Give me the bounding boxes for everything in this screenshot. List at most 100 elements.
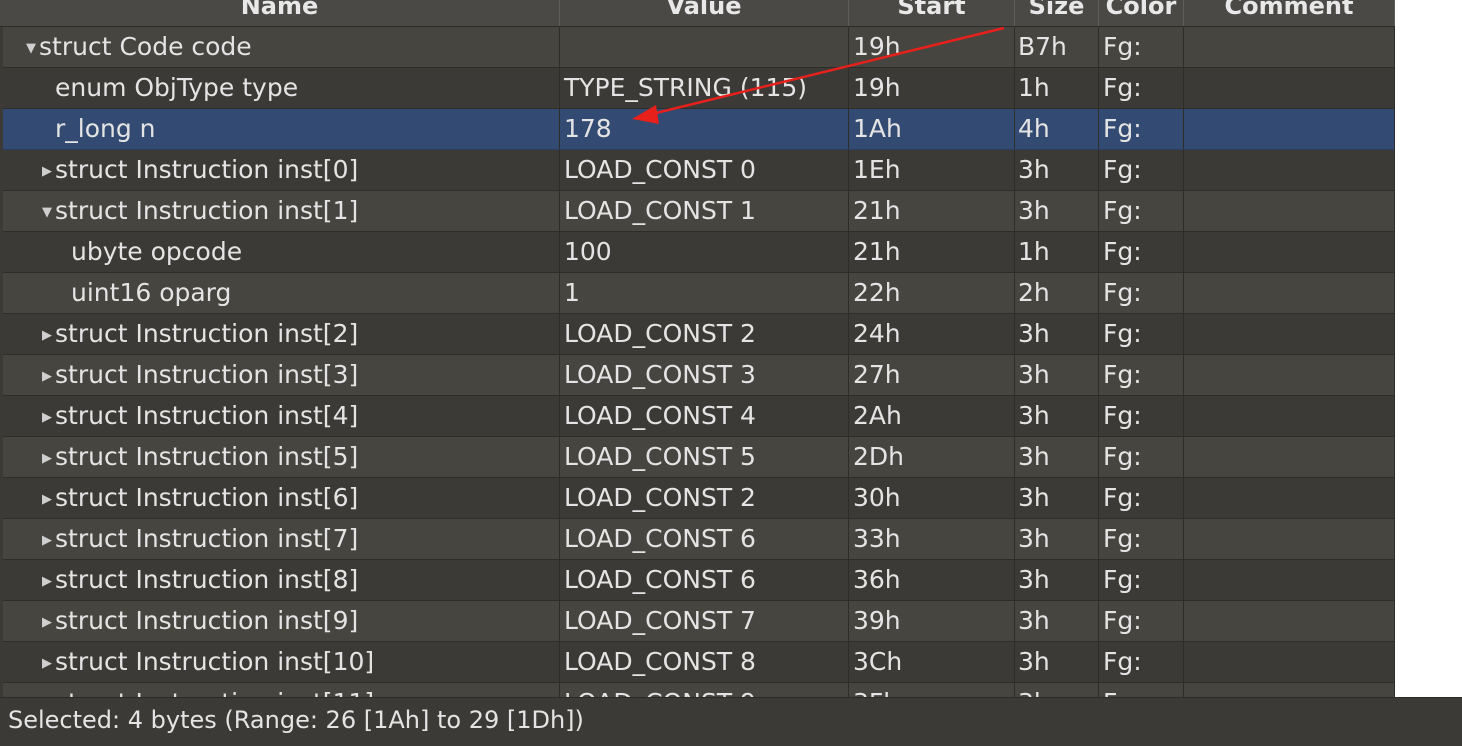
row-name-label: r_long n [55,114,156,143]
cell-start: 24h [849,314,1015,354]
tree-row[interactable]: ▶struct Instruction inst[11] LOAD_CONST 9… [3,683,1395,697]
cell-size: 3h [1015,560,1099,600]
cell-name: ▶ struct Instruction inst[6] [3,478,560,518]
tree-row[interactable]: ▶ struct Instruction inst[6] LOAD_CONST 23… [3,478,1395,519]
cell-start: 21h [849,191,1015,231]
cell-start: 36h [849,560,1015,600]
tree-row[interactable]: ▶ struct Instruction inst[5] LOAD_CONST 52… [3,437,1395,478]
cell-start: 19h [849,27,1015,67]
cell-size: 3h [1015,314,1099,354]
cell-name: enum ObjType type [3,68,560,108]
cell-value: LOAD_CONST 5 [560,437,849,477]
cell-name: ▶ struct Instruction inst[5] [3,437,560,477]
cell-comment [1184,519,1395,559]
cell-size: 3h [1015,150,1099,190]
row-name-label: struct Instruction inst[10] [55,647,375,676]
collapse-arrow-icon[interactable]: ▶ [39,685,55,697]
cell-color: Fg: [1099,355,1184,395]
row-name-label: struct Instruction inst[9] [55,606,359,635]
cell-comment [1184,273,1395,313]
cell-name: ▶ struct Instruction inst[4] [3,396,560,436]
row-name-label: ubyte opcode [71,237,243,266]
collapse-arrow-icon[interactable]: ▶ [39,439,55,477]
row-name-label: struct Instruction inst[4] [55,401,359,430]
cell-name: ▶ struct Instruction inst[10] [3,642,560,682]
column-header-comment[interactable]: Comment [1184,0,1395,26]
cell-value: LOAD_CONST 9 [560,683,849,697]
collapse-arrow-icon[interactable]: ▶ [39,398,55,436]
collapse-arrow-icon[interactable]: ▶ [39,357,55,395]
cell-color: Fg: [1099,150,1184,190]
cell-comment [1184,560,1395,600]
cell-comment [1184,191,1395,231]
tree-row[interactable]: uint16 oparg 1 22h 2h Fg: [3,273,1395,314]
cell-comment [1184,27,1395,67]
row-name-label: struct Instruction inst[3] [55,360,359,389]
row-name-label: struct Instruction inst[11] [55,688,374,697]
tree-row[interactable]: ▶ struct Instruction inst[7] LOAD_CONST 63… [3,519,1395,560]
tree-row[interactable]: ubyte opcode 100 21h 1h Fg: [3,232,1395,273]
cell-start: 3Fh [849,683,1015,697]
column-header-name[interactable]: Name [0,0,560,26]
cell-color: Fg: [1099,437,1184,477]
cell-start: 33h [849,519,1015,559]
collapse-arrow-icon[interactable]: ▶ [39,603,55,641]
tree-row[interactable]: ▶ struct Instruction inst[10] LOAD_CONST 8… [3,642,1395,683]
cell-size: 3h [1015,396,1099,436]
cell-value: 178 [560,109,849,149]
row-name-label: struct Code code [39,32,252,61]
cell-color: Fg: [1099,273,1184,313]
column-header-color[interactable]: Color [1099,0,1184,26]
collapse-arrow-icon[interactable]: ▶ [39,521,55,559]
tree-row[interactable]: enum ObjType type TYPE_STRING (115) 19h 1h F… [3,68,1395,109]
cell-name: ▼ struct Instruction inst[1] [3,191,560,231]
cell-comment [1184,642,1395,682]
cell-name: ▶ struct Instruction inst[8] [3,560,560,600]
cell-start: 1Ah [849,109,1015,149]
row-name-label: struct Instruction inst[1] [55,196,359,225]
cell-name: ▶ struct Instruction inst[2] [3,314,560,354]
collapse-arrow-icon[interactable]: ▶ [39,644,55,682]
cell-value: LOAD_CONST 7 [560,601,849,641]
cell-value: LOAD_CONST 2 [560,314,849,354]
cell-name: ▶ struct Instruction inst[3] [3,355,560,395]
cell-value: LOAD_CONST 1 [560,191,849,231]
cell-start: 27h [849,355,1015,395]
status-bar: Selected: 4 bytes (Range: 26 [1Ah] to 29… [0,697,1462,746]
cell-size: 3h [1015,191,1099,231]
cell-name: ▶ struct Instruction inst[0] [3,150,560,190]
collapse-arrow-icon[interactable]: ▶ [39,480,55,518]
tree-row[interactable]: ▶ struct Instruction inst[9] LOAD_CONST 73… [3,601,1395,642]
cell-size: B7h [1015,27,1099,67]
cell-comment [1184,68,1395,108]
tree-row[interactable]: ▶ struct Instruction inst[3] LOAD_CONST 32… [3,355,1395,396]
cell-value: LOAD_CONST 2 [560,478,849,518]
tree-row[interactable]: ▼ struct Instruction inst[1] LOAD_CONST 12… [3,191,1395,232]
tree-row[interactable]: ▶ struct Instruction inst[4] LOAD_CONST 42… [3,396,1395,437]
cell-value [560,27,849,67]
column-header-start[interactable]: Start [849,0,1015,26]
cell-comment [1184,601,1395,641]
cell-comment [1184,478,1395,518]
cell-start: 30h [849,478,1015,518]
cell-color: Fg: [1099,396,1184,436]
tree-row[interactable]: ▶ struct Instruction inst[2] LOAD_CONST 22… [3,314,1395,355]
tree-row[interactable]: ▶ struct Instruction inst[0] LOAD_CONST 01… [3,150,1395,191]
collapse-arrow-icon[interactable]: ▶ [39,562,55,600]
tree-row-selected[interactable]: r_long n 178 1Ah 4h Fg: [3,109,1395,150]
tree-row[interactable]: ▶ struct Instruction inst[8] LOAD_CONST 63… [3,560,1395,601]
cell-comment [1184,109,1395,149]
collapse-arrow-icon[interactable]: ▶ [39,152,55,190]
column-header-size[interactable]: Size [1015,0,1099,26]
cell-size: 3h [1015,642,1099,682]
expand-arrow-icon[interactable]: ▼ [23,29,39,67]
cell-color: Fg: [1099,191,1184,231]
column-header-value[interactable]: Value [560,0,849,26]
cell-comment [1184,396,1395,436]
tree-row[interactable]: ▼ struct Code code 19h B7h Fg: [3,27,1395,68]
row-name-label: enum ObjType type [55,73,299,102]
cell-color: Fg: [1099,560,1184,600]
collapse-arrow-icon[interactable]: ▶ [39,316,55,354]
cell-comment [1184,355,1395,395]
expand-arrow-icon[interactable]: ▼ [39,193,55,231]
